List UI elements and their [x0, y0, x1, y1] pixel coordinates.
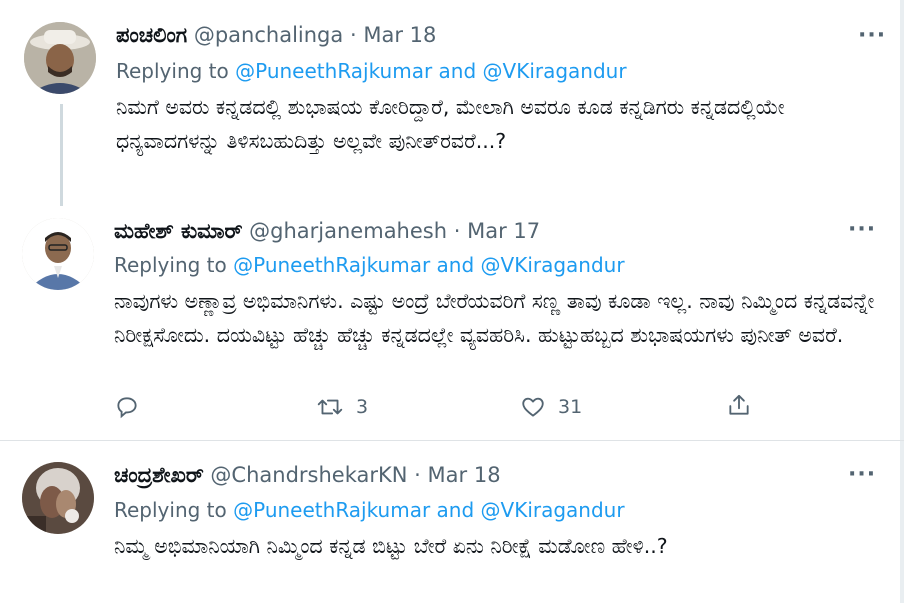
display-name[interactable]: ಚಂದ್ರಶೇಖರ್	[114, 463, 204, 487]
tweet-date[interactable]: Mar 18	[428, 463, 501, 487]
replying-to-label: Replying to	[114, 253, 227, 277]
share-icon[interactable]	[726, 392, 752, 418]
share-button[interactable]	[726, 392, 752, 418]
replying-to-users[interactable]: @PuneethRajkumar and @VKiragandur	[233, 253, 624, 277]
tweet-chandrshekarkn[interactable]: ಚಂದ್ರಶೇಖರ್ @ChandrshekarKN · Mar 18 ··· …	[0, 441, 904, 603]
retweet-button[interactable]: 3	[316, 394, 368, 420]
tweet-header: ಮಹೇಶ್ ಕುಮಾರ್ @gharjanemahesh · Mar 17	[114, 217, 540, 245]
replying-to-label: Replying to	[114, 498, 227, 522]
like-button[interactable]: 31	[520, 394, 582, 420]
avatar[interactable]	[22, 462, 94, 534]
display-name[interactable]: ಮಹೇಶ್ ಕುಮಾರ್	[114, 219, 242, 243]
tweet-actions: 3 31	[0, 390, 904, 424]
like-count: 31	[558, 396, 583, 418]
replying-to: Replying to @PuneethRajkumar and @VKirag…	[114, 252, 625, 278]
retweet-icon[interactable]	[316, 394, 344, 420]
retweet-count: 3	[356, 396, 369, 418]
tweet-date[interactable]: Mar 17	[467, 219, 540, 243]
more-icon[interactable]: ···	[848, 464, 876, 486]
reply-icon[interactable]	[114, 394, 140, 420]
tweet-text: ನಿಮ್ಮ ಅಭಿಮಾನಿಯಾಗಿ ನಿಮ್ಮಿಂದ ಕನ್ನಡ ಬಿಟ್ಟು …	[114, 534, 668, 558]
replying-to-users[interactable]: @PuneethRajkumar and @VKiragandur	[233, 498, 624, 522]
tweet-header: ಚಂದ್ರಶೇಖರ್ @ChandrshekarKN · Mar 18	[114, 461, 501, 489]
user-handle[interactable]: @ChandrshekarKN	[210, 463, 407, 487]
more-icon[interactable]: ···	[848, 219, 876, 241]
like-icon[interactable]	[520, 394, 546, 420]
replying-to: Replying to @PuneethRajkumar and @VKirag…	[114, 497, 625, 523]
avatar[interactable]	[22, 218, 94, 290]
reply-button[interactable]	[114, 394, 152, 420]
separator: ·	[453, 219, 461, 243]
user-handle[interactable]: @gharjanemahesh	[249, 219, 447, 243]
separator: ·	[414, 463, 421, 487]
tweet-gharjanemahesh[interactable]: ಮಹೇಶ್ ಕುಮಾರ್ @gharjanemahesh · Mar 17 ··…	[0, 0, 904, 440]
tweet-text: ನಾವುಗಳು ಅಣ್ಣಾವ್ರ ಅಭಿಮಾನಿಗಳು. ಎಷ್ಟು ಅಂದ್ರ…	[114, 289, 875, 347]
